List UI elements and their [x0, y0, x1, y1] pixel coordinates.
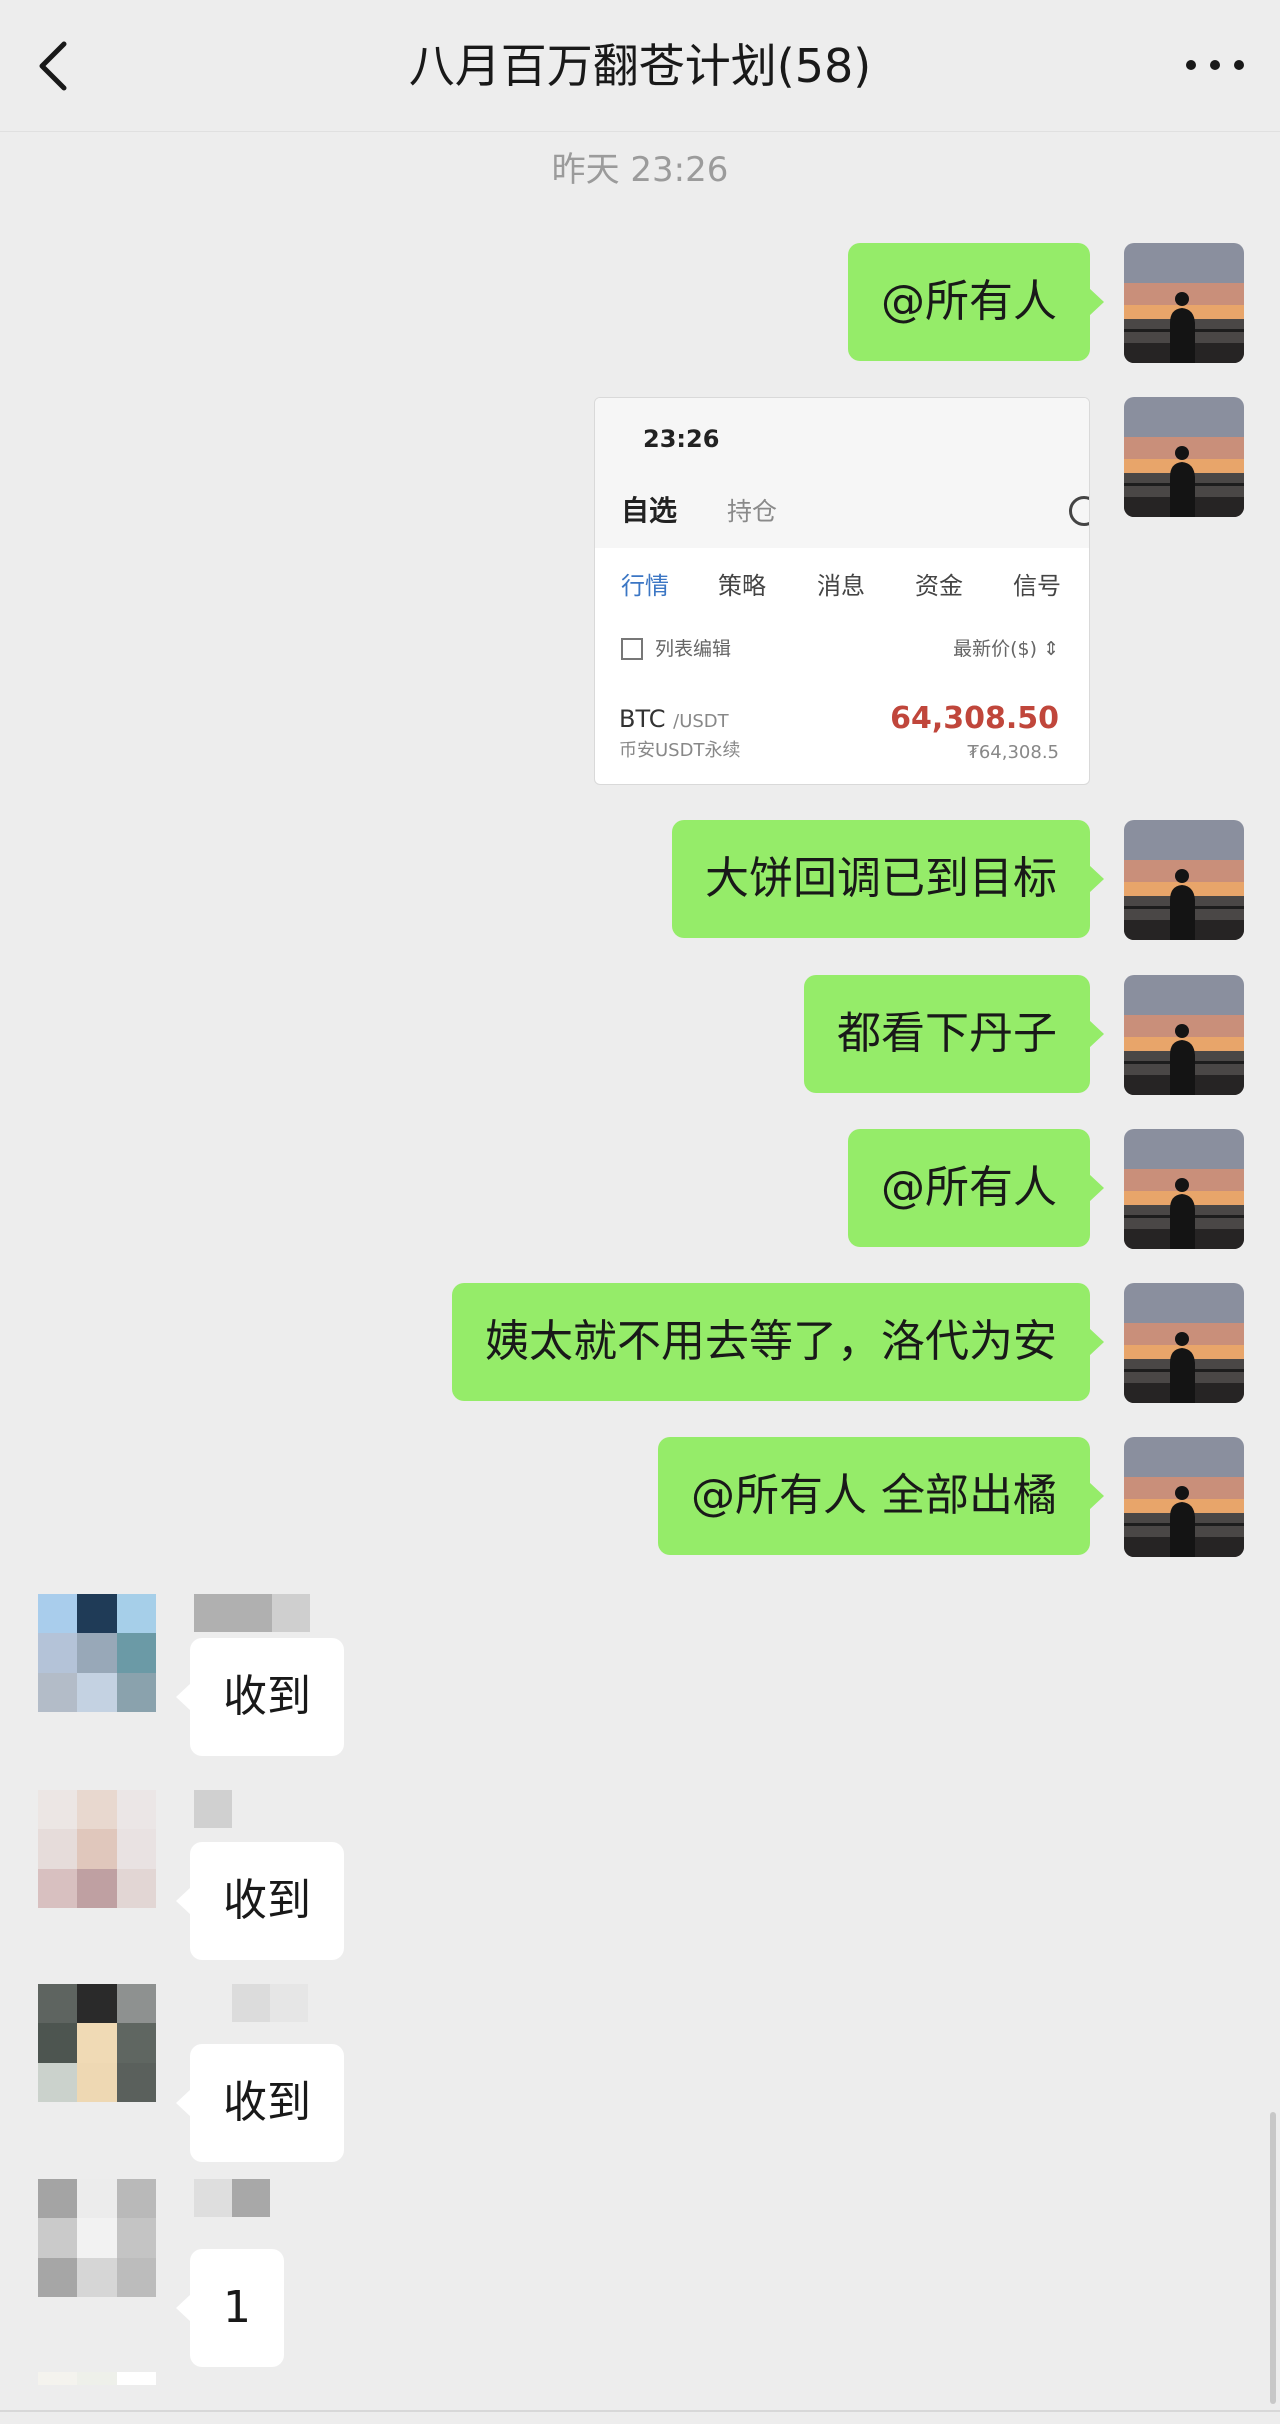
card-nav-item: 信号 — [1013, 572, 1061, 600]
member-nickname-redacted — [194, 1594, 310, 1632]
my-avatar[interactable] — [1124, 1283, 1244, 1403]
sunset-silhouette-icon — [1124, 1129, 1244, 1249]
card-tab-watchlist: 自选 — [621, 494, 678, 527]
my-avatar[interactable] — [1124, 820, 1244, 940]
message-timestamp: 昨天 23:26 — [551, 150, 729, 190]
card-edit-list: 列表编辑 — [621, 634, 731, 664]
card-nav-bar: 行情 策略 消息 资金 信号 — [595, 566, 1089, 606]
my-message-bubble[interactable]: @所有人 — [848, 243, 1104, 361]
bottom-divider — [0, 2410, 1280, 2412]
my-message-bubble[interactable]: 大饼回调已到目标 — [672, 820, 1104, 938]
chat-header: 八月百万翻苍计划(58) — [0, 0, 1280, 132]
my-message-bubble[interactable]: @所有人 — [848, 1129, 1104, 1247]
member-nickname-redacted — [194, 2179, 270, 2217]
card-nav-item: 资金 — [915, 572, 963, 600]
member-avatar[interactable] — [38, 1790, 156, 1908]
screenshot-image-card[interactable]: 23:26 自选 持仓 行情 策略 消息 资金 信号 列表编辑 最新价($) ⇕… — [594, 397, 1090, 785]
card-pair: BTC /USDT — [619, 703, 729, 738]
member-nickname-redacted — [194, 1984, 308, 2022]
member-avatar[interactable] — [38, 2179, 156, 2297]
member-nickname-redacted — [194, 1790, 232, 1828]
member-avatar[interactable] — [38, 1594, 156, 1712]
card-pair-base: BTC — [619, 705, 666, 733]
sunset-silhouette-icon — [1124, 1437, 1244, 1557]
sunset-silhouette-icon — [1124, 975, 1244, 1095]
my-avatar[interactable] — [1124, 1437, 1244, 1557]
sunset-silhouette-icon — [1124, 397, 1244, 517]
sunset-silhouette-icon — [1124, 1283, 1244, 1403]
my-message-bubble[interactable]: 都看下丹子 — [804, 975, 1104, 1093]
my-avatar[interactable] — [1124, 975, 1244, 1095]
card-nav-item: 行情 — [621, 572, 669, 600]
card-price-converted: ₮64,308.5 — [967, 742, 1059, 763]
card-nav-item: 消息 — [817, 572, 865, 600]
card-exchange: 币安USDT永续 — [619, 740, 741, 761]
member-message-bubble[interactable]: 收到 — [176, 1638, 344, 1756]
chat-title: 八月百万翻苍计划(58) — [408, 39, 872, 93]
member-avatar[interactable] — [38, 1984, 156, 2102]
member-avatar[interactable] — [38, 2372, 156, 2412]
card-edit-label: 列表编辑 — [655, 638, 732, 660]
more-dots-icon[interactable] — [1180, 40, 1250, 90]
edit-icon — [621, 638, 643, 660]
card-pair-quote: /USDT — [673, 711, 729, 732]
member-message-bubble[interactable]: 收到 — [176, 1842, 344, 1960]
my-message-bubble[interactable]: 姨太就不用去等了，洛代为安 — [452, 1283, 1104, 1401]
sunset-silhouette-icon — [1124, 243, 1244, 363]
my-message-bubble[interactable]: @所有人 全部出橘 — [658, 1437, 1104, 1555]
member-message-bubble[interactable]: 收到 — [176, 2044, 344, 2162]
card-sort-label: 最新价($) ⇕ — [953, 638, 1059, 660]
my-avatar[interactable] — [1124, 397, 1244, 517]
sunset-silhouette-icon — [1124, 820, 1244, 940]
my-avatar[interactable] — [1124, 1129, 1244, 1249]
member-message-bubble[interactable]: 1 — [176, 2249, 284, 2367]
my-avatar[interactable] — [1124, 243, 1244, 363]
card-price: 64,308.50 — [890, 701, 1059, 736]
card-clock: 23:26 — [643, 425, 720, 453]
card-tab-positions: 持仓 — [727, 497, 778, 526]
scrollbar[interactable] — [1270, 2112, 1276, 2404]
card-nav-item: 策略 — [718, 572, 766, 600]
